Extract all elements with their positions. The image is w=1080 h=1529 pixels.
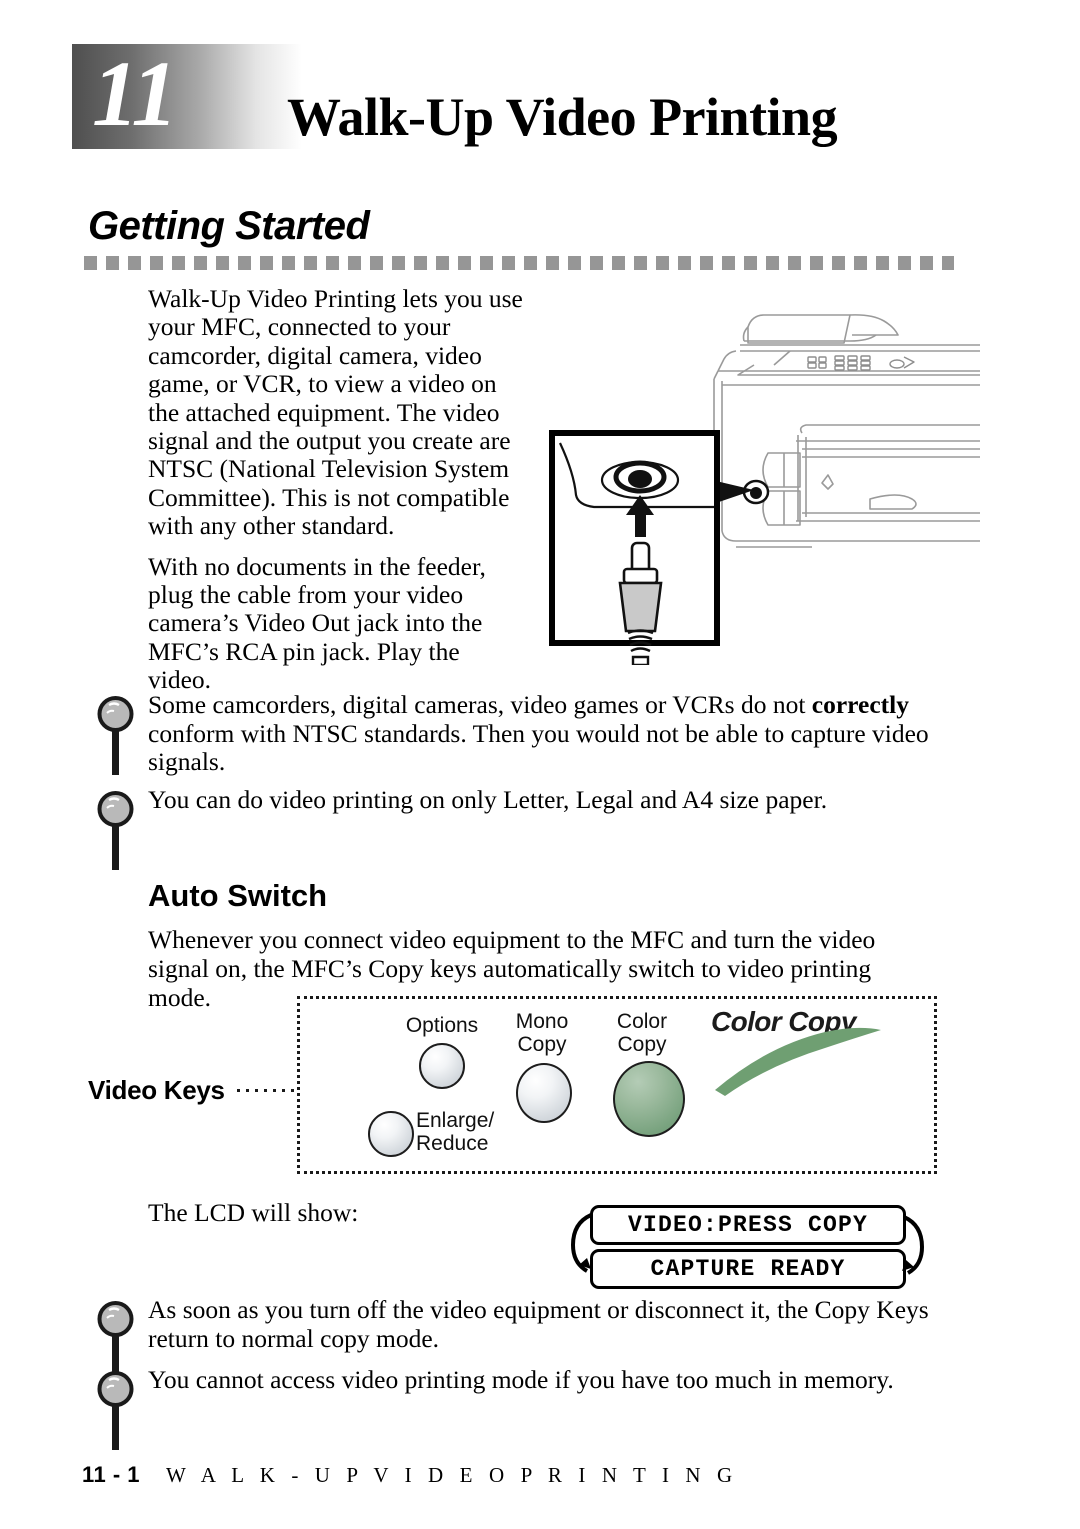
color-copy-logo: Color Copy: [705, 1006, 895, 1102]
mfc-rca-connection-illustration: [540, 285, 986, 667]
color-copy-label-line1: Color: [616, 1010, 668, 1033]
mono-copy-label-line2: Copy: [517, 1032, 567, 1056]
note-text: You can do video printing on only Letter…: [148, 785, 828, 814]
intro-paragraph-1: Walk-Up Video Printing lets you use your…: [148, 284, 523, 541]
note-text-bold: correctly: [811, 690, 910, 719]
note-text-before: Some camcorders, digital cameras, video …: [148, 690, 812, 719]
mono-copy-label-line1: Mono: [515, 1010, 569, 1033]
lcd-lead-in-text: The LCD will show:: [148, 1198, 359, 1227]
video-keys-leader-line: [237, 1089, 299, 1092]
color-copy-button-label: Color Copy: [595, 1010, 689, 1056]
section-heading: Getting Started: [88, 204, 370, 248]
note-text: As soon as you turn off the video equipm…: [148, 1295, 929, 1353]
chapter-header: 11 Walk-Up Video Printing: [72, 43, 952, 152]
enlarge-reduce-label-line1: Enlarge/: [416, 1109, 495, 1132]
mono-copy-button-label: Mono Copy: [495, 1010, 589, 1056]
note-text: Some camcorders, digital cameras, video …: [148, 690, 952, 777]
color-copy-label-line2: Copy: [617, 1032, 667, 1056]
chapter-number: 11: [92, 43, 178, 146]
footer-page-number: 11 - 1: [82, 1462, 141, 1487]
lcd-display-group: VIDEO:PRESS COPY CAPTURE READY: [565, 1205, 930, 1289]
page-footer: 11 - 1 W A L K - U P V I D E O P R I N T …: [82, 1462, 738, 1488]
mfc-illustration-svg: [549, 314, 986, 667]
section-divider: [84, 256, 954, 270]
magnifier-icon: [97, 791, 134, 870]
sub-heading-auto-switch: Auto Switch: [148, 878, 328, 913]
enlarge-reduce-label-line2: Reduce: [416, 1131, 489, 1155]
chapter-title: Walk-Up Video Printing: [287, 87, 838, 147]
magnifier-icon: [97, 696, 134, 775]
enlarge-reduce-button-label: Enlarge/ Reduce: [416, 1109, 526, 1155]
intro-text-column: Walk-Up Video Printing lets you use your…: [148, 284, 528, 707]
enlarge-reduce-button[interactable]: [368, 1111, 414, 1157]
color-copy-button[interactable]: [613, 1061, 685, 1137]
note-text: You cannot access video printing mode if…: [148, 1365, 894, 1394]
color-copy-swoosh-icon: [715, 1027, 881, 1096]
video-keys-callout-label: Video Keys: [88, 1075, 225, 1105]
manual-page: 11 Walk-Up Video Printing Getting Starte…: [0, 0, 1080, 1529]
magnifier-icon: [97, 1371, 134, 1450]
lcd-alternation-arrows: [570, 1213, 925, 1275]
mono-copy-button[interactable]: [516, 1063, 572, 1123]
magnified-rca-jack: [600, 460, 680, 500]
note-text-after: conform with NTSC standards. Then you wo…: [148, 718, 929, 777]
options-button-label: Options: [405, 1014, 479, 1037]
intro-paragraph-2: With no documents in the feeder, plug th…: [148, 551, 486, 695]
options-button[interactable]: [419, 1043, 465, 1089]
footer-running-title: W A L K - U P V I D E O P R I N T I N G: [166, 1463, 738, 1487]
